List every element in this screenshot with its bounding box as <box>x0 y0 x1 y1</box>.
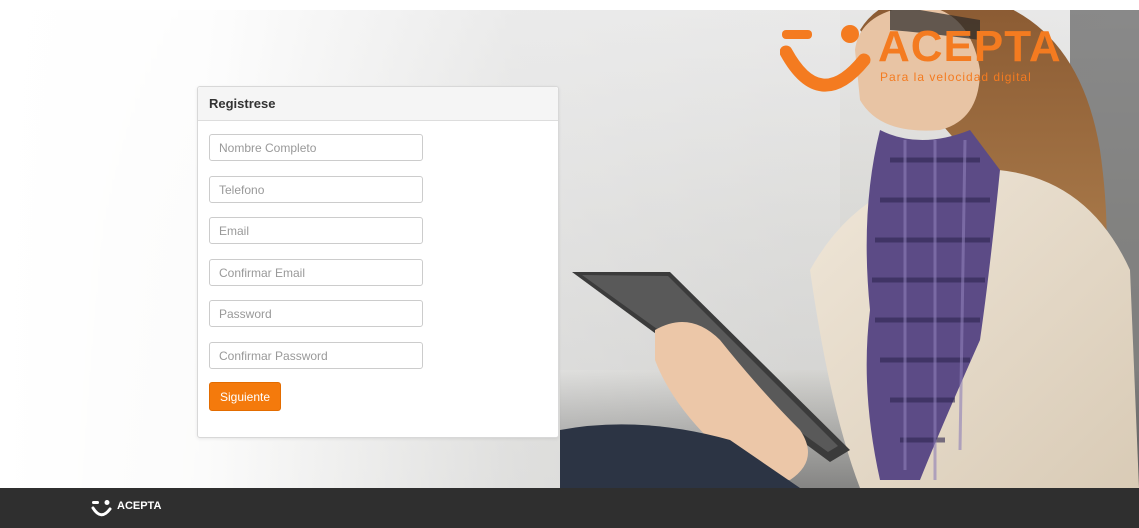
confirm-email-input[interactable] <box>209 259 423 286</box>
brand-name: ACEPTA <box>878 22 1062 71</box>
next-button[interactable]: Siguiente <box>209 382 282 411</box>
confirm-password-input[interactable] <box>209 342 423 369</box>
registration-panel: Registrese Siguiente <box>197 86 559 438</box>
email-input[interactable] <box>209 217 423 244</box>
footer-brand: ACEPTA <box>117 500 162 512</box>
acepta-logo: ACEPTA Para la velocidad digital <box>779 22 1061 102</box>
password-input[interactable] <box>209 300 423 327</box>
full-name-input[interactable] <box>209 134 423 161</box>
acepta-footer-logo-icon <box>91 500 112 517</box>
panel-title: Registrese <box>198 87 558 121</box>
footer: ACEPTA <box>0 488 1139 528</box>
acepta-smile-icon <box>779 25 871 92</box>
brand-tagline: Para la velocidad digital <box>880 70 1032 84</box>
phone-input[interactable] <box>209 176 423 203</box>
